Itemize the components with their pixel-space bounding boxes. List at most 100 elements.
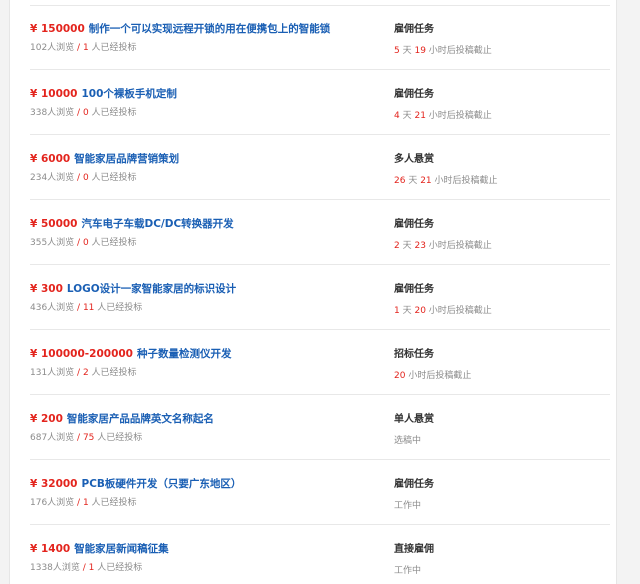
separator: / — [74, 43, 83, 53]
bid-label: 人已经投标 — [88, 498, 137, 508]
task-deadline: 工作中 — [394, 500, 421, 512]
task-row: ¥ 32000 PCB板硬件开发（只要广东地区） 176人浏览 / 1 人已经投标… — [30, 460, 610, 525]
separator: / — [74, 238, 83, 248]
days-unit: 天 — [399, 241, 415, 251]
task-deadline: 工作中 — [394, 565, 421, 577]
deadline-label: 小时后投稿截止 — [425, 306, 492, 316]
separator: / — [79, 563, 89, 573]
task-row: ¥ 100000-200000 种子数量检测仪开发 131人浏览 / 2 人已经投… — [30, 330, 610, 395]
task-row: ¥ 150000 制作一个可以实现远程开锁的用在便携包上的智能锁 102人浏览 /… — [30, 5, 610, 70]
task-price: ¥ 1400 — [30, 543, 71, 555]
task-stats: 1338人浏览 / 1 人已经投标 — [30, 562, 142, 574]
task-row: ¥ 300 LOGO设计一家智能家居的标识设计 436人浏览 / 11 人已经投标… — [30, 265, 610, 330]
hours-remaining: 21 — [420, 176, 432, 186]
task-deadline: 选稿中 — [394, 435, 421, 447]
task-price: ¥ 50000 — [30, 218, 78, 230]
deadline-label: 小时后投稿截止 — [405, 371, 472, 381]
task-stats: 436人浏览 / 11 人已经投标 — [30, 302, 142, 314]
task-deadline: 2 天 23 小时后投稿截止 — [394, 240, 492, 252]
bid-count: 75 — [82, 433, 95, 443]
task-status-text: 工作中 — [394, 566, 422, 576]
task-row: ¥ 10000 100个裸板手机定制 338人浏览 / 0 人已经投标 雇佣任务 … — [30, 70, 610, 135]
task-row: ¥ 200 智能家居产品品牌英文名称起名 687人浏览 / 75 人已经投标 单人… — [30, 395, 610, 460]
task-title-link[interactable]: 智能家居产品品牌英文名称起名 — [67, 413, 214, 425]
task-deadline: 5 天 19 小时后投稿截止 — [394, 45, 492, 57]
task-stats: 355人浏览 / 0 人已经投标 — [30, 237, 137, 249]
task-title-link[interactable]: 100个裸板手机定制 — [82, 88, 177, 100]
task-price: ¥ 200 — [30, 413, 63, 425]
task-stats: 176人浏览 / 1 人已经投标 — [30, 497, 137, 509]
days-unit: 天 — [405, 176, 421, 186]
separator: / — [74, 368, 83, 378]
task-title-link[interactable]: 智能家居新闻稿征集 — [74, 543, 169, 555]
view-count: 1338人浏览 — [30, 563, 80, 573]
task-deadline: 20 小时后投稿截止 — [394, 370, 471, 382]
task-price: ¥ 150000 — [30, 23, 85, 35]
task-list-panel: ¥ 150000 制作一个可以实现远程开锁的用在便携包上的智能锁 102人浏览 /… — [9, 0, 617, 584]
task-price: ¥ 300 — [30, 283, 63, 295]
hours-remaining: 20 — [394, 371, 406, 381]
task-title-line: ¥ 50000 汽车电子车载DC/DC转换器开发 — [30, 217, 234, 231]
task-deadline: 26 天 21 小时后投稿截止 — [394, 175, 498, 187]
deadline-label: 小时后投稿截止 — [425, 241, 492, 251]
task-price: ¥ 10000 — [30, 88, 78, 100]
task-title-link[interactable]: 种子数量检测仪开发 — [137, 348, 232, 360]
separator: / — [74, 173, 83, 183]
view-count: 687人浏览 — [30, 433, 75, 443]
task-stats: 234人浏览 / 0 人已经投标 — [30, 172, 137, 184]
bid-label: 人已经投标 — [94, 303, 143, 313]
task-title-line: ¥ 6000 智能家居品牌营销策划 — [30, 152, 179, 166]
task-row: ¥ 50000 汽车电子车载DC/DC转换器开发 355人浏览 / 0 人已经投标… — [30, 200, 610, 265]
task-title-line: ¥ 100000-200000 种子数量检测仪开发 — [30, 347, 232, 361]
bid-label: 人已经投标 — [94, 433, 143, 443]
deadline-label: 小时后投稿截止 — [425, 111, 492, 121]
bid-label: 人已经投标 — [88, 368, 137, 378]
bid-label: 人已经投标 — [88, 43, 137, 53]
days-unit: 天 — [399, 46, 415, 56]
hours-remaining: 20 — [414, 306, 426, 316]
task-status-text: 工作中 — [394, 501, 422, 511]
hours-remaining: 19 — [414, 46, 426, 56]
separator: / — [74, 498, 83, 508]
task-stats: 131人浏览 / 2 人已经投标 — [30, 367, 137, 379]
task-title-link[interactable]: PCB板硬件开发（只要广东地区） — [82, 478, 242, 490]
task-type: 雇佣任务 — [394, 89, 434, 100]
task-title-line: ¥ 150000 制作一个可以实现远程开锁的用在便携包上的智能锁 — [30, 22, 330, 36]
task-title-link[interactable]: LOGO设计一家智能家居的标识设计 — [67, 283, 236, 295]
separator: / — [74, 108, 83, 118]
bid-label: 人已经投标 — [88, 108, 137, 118]
task-type: 单人悬赏 — [394, 414, 434, 425]
deadline-label: 小时后投稿截止 — [431, 176, 498, 186]
view-count: 338人浏览 — [30, 108, 75, 118]
task-type: 雇佣任务 — [394, 24, 434, 35]
view-count: 176人浏览 — [30, 498, 75, 508]
task-title-line: ¥ 1400 智能家居新闻稿征集 — [30, 542, 169, 556]
task-stats: 687人浏览 / 75 人已经投标 — [30, 432, 142, 444]
task-title-link[interactable]: 智能家居品牌营销策划 — [74, 153, 179, 165]
task-deadline: 1 天 20 小时后投稿截止 — [394, 305, 492, 317]
separator: / — [74, 433, 83, 443]
hours-remaining: 21 — [414, 111, 426, 121]
bid-label: 人已经投标 — [94, 563, 143, 573]
view-count: 355人浏览 — [30, 238, 75, 248]
task-price: ¥ 6000 — [30, 153, 71, 165]
task-title-link[interactable]: 制作一个可以实现远程开锁的用在便携包上的智能锁 — [89, 23, 331, 35]
bid-label: 人已经投标 — [88, 238, 137, 248]
task-type: 直接雇佣 — [394, 544, 434, 555]
hours-remaining: 23 — [414, 241, 426, 251]
task-type: 多人悬赏 — [394, 154, 434, 165]
task-deadline: 4 天 21 小时后投稿截止 — [394, 110, 492, 122]
task-stats: 338人浏览 / 0 人已经投标 — [30, 107, 137, 119]
task-title-link[interactable]: 汽车电子车载DC/DC转换器开发 — [82, 218, 234, 230]
view-count: 436人浏览 — [30, 303, 75, 313]
view-count: 234人浏览 — [30, 173, 75, 183]
deadline-label: 小时后投稿截止 — [425, 46, 492, 56]
task-type: 雇佣任务 — [394, 479, 434, 490]
task-title-line: ¥ 200 智能家居产品品牌英文名称起名 — [30, 412, 214, 426]
task-title-line: ¥ 32000 PCB板硬件开发（只要广东地区） — [30, 477, 241, 491]
task-title-line: ¥ 300 LOGO设计一家智能家居的标识设计 — [30, 282, 236, 296]
task-type: 雇佣任务 — [394, 284, 434, 295]
task-row: ¥ 1400 智能家居新闻稿征集 1338人浏览 / 1 人已经投标 直接雇佣 工… — [30, 525, 610, 584]
task-type: 雇佣任务 — [394, 219, 434, 230]
task-price: ¥ 100000-200000 — [30, 348, 133, 360]
